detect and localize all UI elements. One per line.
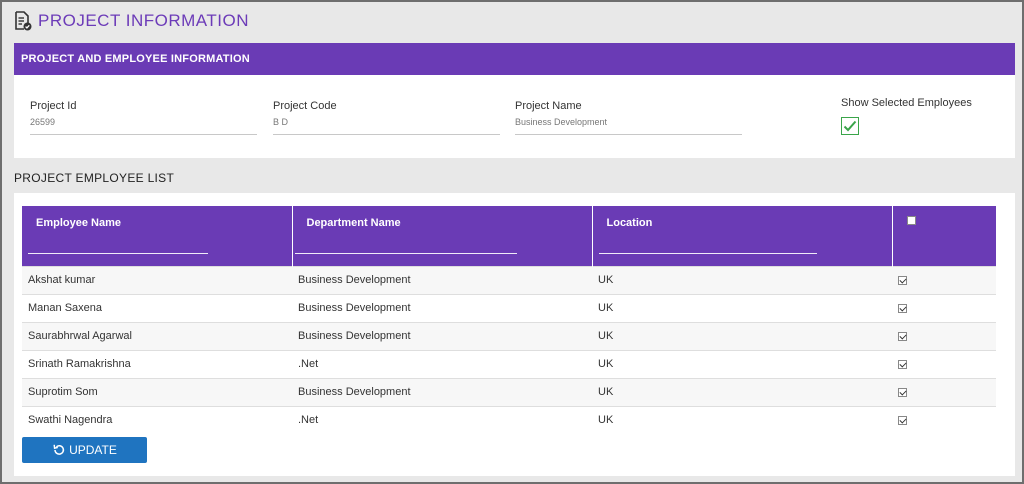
column-header-location[interactable]: Location [592, 206, 893, 266]
department-cell: .Net [292, 349, 592, 378]
project-code-label: Project Code [273, 100, 337, 112]
location-cell: UK [592, 265, 892, 294]
project-name-value: Business Development [515, 117, 742, 135]
project-name-label: Project Name [515, 100, 582, 112]
table-row[interactable]: Saurabhrwal Agarwal Business Development U… [22, 321, 996, 350]
row-select-cell [892, 377, 996, 406]
column-header-select-all [892, 206, 996, 266]
employee-name-cell: Manan Saxena [22, 293, 292, 322]
show-selected-label: Show Selected Employees [841, 97, 972, 109]
row-select-checkbox[interactable] [898, 275, 907, 285]
page-title: PROJECT INFORMATION [14, 10, 249, 32]
employee-name-cell: Srinath Ramakrishna [22, 349, 292, 378]
row-select-cell [892, 405, 996, 434]
select-all-checkbox[interactable] [906, 215, 916, 225]
project-code-field: Project Code B D [273, 100, 500, 135]
checkmark-icon [843, 120, 857, 132]
project-info-panel: PROJECT AND EMPLOYEE INFORMATION Project… [14, 43, 1015, 158]
project-id-value: 26599 [30, 117, 257, 135]
table-header-row: Employee Name Department Name Location [22, 206, 996, 266]
column-filter-department-name[interactable] [294, 253, 517, 254]
employee-list-panel: Employee Name Department Name Location A… [14, 193, 1015, 476]
column-filter-employee-name[interactable] [28, 253, 208, 254]
row-select-checkbox[interactable] [898, 387, 907, 397]
location-cell: UK [592, 321, 892, 350]
department-cell: Business Development [292, 321, 592, 350]
department-cell: .Net [292, 405, 592, 434]
employee-name-cell: Suprotim Som [22, 377, 292, 406]
column-label: Location [606, 217, 653, 229]
department-cell: Business Development [292, 377, 592, 406]
employee-table: Employee Name Department Name Location A… [22, 206, 996, 434]
column-header-department-name[interactable]: Department Name [292, 206, 593, 266]
row-select-cell [892, 265, 996, 294]
show-selected-employees: Show Selected Employees [841, 97, 972, 135]
location-cell: UK [592, 405, 892, 434]
document-check-icon [14, 11, 32, 31]
department-cell: Business Development [292, 265, 592, 294]
row-select-cell [892, 321, 996, 350]
update-button-label: UPDATE [69, 443, 117, 457]
column-filter-location[interactable] [598, 253, 817, 254]
row-select-cell [892, 349, 996, 378]
table-row[interactable]: Suprotim Som Business Development UK [22, 377, 996, 406]
employee-table-body: Akshat kumar Business Development UK Manan … [22, 265, 996, 434]
page-title-text: PROJECT INFORMATION [38, 11, 249, 30]
refresh-icon [53, 444, 65, 455]
update-button[interactable]: UPDATE [22, 437, 147, 463]
table-row[interactable]: Akshat kumar Business Development UK [22, 265, 996, 294]
panel-header: PROJECT AND EMPLOYEE INFORMATION [14, 43, 1015, 75]
row-select-checkbox[interactable] [898, 415, 907, 425]
department-cell: Business Development [292, 293, 592, 322]
row-select-cell [892, 293, 996, 322]
location-cell: UK [592, 293, 892, 322]
employee-name-cell: Swathi Nagendra [22, 405, 292, 434]
project-name-field: Project Name Business Development [515, 100, 742, 135]
column-label: Employee Name [36, 217, 121, 229]
employee-name-cell: Akshat kumar [22, 265, 292, 294]
table-row[interactable]: Swathi Nagendra .Net UK [22, 405, 996, 434]
project-id-field: Project Id 26599 [30, 100, 257, 135]
location-cell: UK [592, 377, 892, 406]
app-frame: PROJECT INFORMATION PROJECT AND EMPLOYEE… [0, 0, 1024, 484]
employee-list-title: PROJECT EMPLOYEE LIST [14, 171, 175, 185]
table-row[interactable]: Srinath Ramakrishna .Net UK [22, 349, 996, 378]
row-select-checkbox[interactable] [898, 303, 907, 313]
location-cell: UK [592, 349, 892, 378]
column-label: Department Name [306, 217, 401, 229]
employee-name-cell: Saurabhrwal Agarwal [22, 321, 292, 350]
column-header-employee-name[interactable]: Employee Name [22, 206, 293, 266]
table-row[interactable]: Manan Saxena Business Development UK [22, 293, 996, 322]
row-select-checkbox[interactable] [898, 359, 907, 369]
row-select-checkbox[interactable] [898, 331, 907, 341]
project-id-label: Project Id [30, 100, 77, 112]
show-selected-checkbox[interactable] [841, 117, 859, 135]
project-code-value: B D [273, 117, 500, 135]
